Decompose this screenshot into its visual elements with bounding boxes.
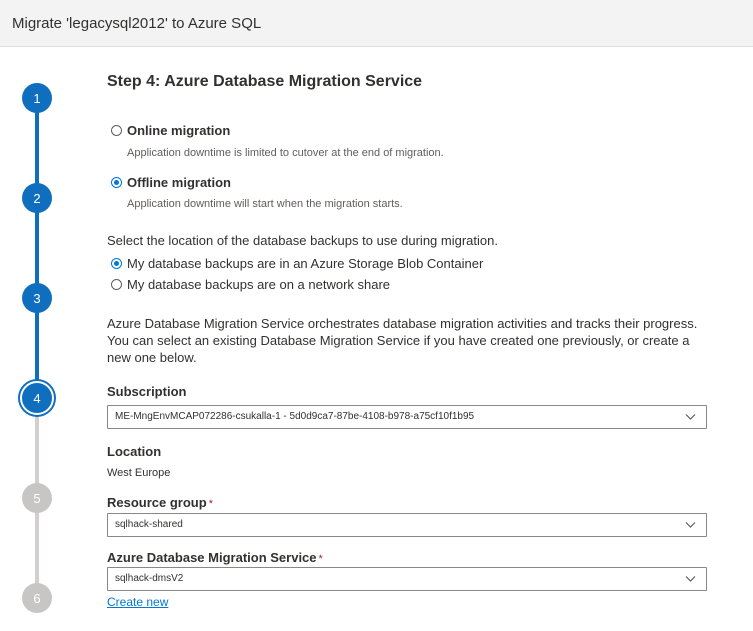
resource-group-label-text: Resource group: [107, 495, 207, 510]
window-title: Migrate 'legacysql2012' to Azure SQL: [12, 15, 262, 32]
offline-migration-radio[interactable]: [111, 177, 122, 188]
subscription-dropdown[interactable]: ME-MngEnvMCAP072286-csukalla-1 - 5d0d9ca…: [107, 405, 707, 429]
subscription-label: Subscription: [107, 384, 187, 399]
chevron-down-icon: [685, 414, 696, 420]
dms-label-text: Azure Database Migration Service: [107, 550, 317, 565]
resource-group-label: Resource group *: [107, 495, 213, 510]
subscription-value: ME-MngEnvMCAP072286-csukalla-1 - 5d0d9ca…: [115, 411, 475, 422]
online-migration-radio[interactable]: [111, 125, 122, 136]
backup-network-option[interactable]: My database backups are on a network sha…: [111, 277, 390, 292]
dms-info-line-1: Azure Database Migration Service orchest…: [107, 316, 698, 331]
location-label: Location: [107, 444, 162, 459]
dms-dropdown[interactable]: sqlhack-dmsV2: [107, 567, 707, 591]
backup-location-prompt: Select the location of the database back…: [107, 233, 498, 248]
title-bar: Migrate 'legacysql2012' to Azure SQL: [0, 0, 753, 47]
offline-migration-label[interactable]: Offline migration: [127, 175, 231, 190]
step-1[interactable]: 1: [22, 83, 52, 113]
step-3[interactable]: 3: [22, 283, 52, 313]
backup-blob-radio[interactable]: [111, 258, 122, 269]
dms-info-line-3: new one below.: [107, 350, 197, 365]
online-migration-description: Application downtime is limited to cutov…: [127, 147, 444, 159]
offline-migration-option[interactable]: Offline migration: [111, 175, 231, 190]
resource-group-value: sqlhack-shared: [115, 519, 183, 530]
step-6: 6: [22, 583, 52, 613]
location-value: West Europe: [107, 467, 171, 479]
stepper-track-completed: [35, 97, 39, 397]
chevron-down-icon: [685, 522, 696, 528]
step-2[interactable]: 2: [22, 183, 52, 213]
page-title: Step 4: Azure Database Migration Service: [107, 73, 423, 90]
required-marker: *: [208, 498, 213, 510]
chevron-down-icon: [685, 576, 696, 582]
backup-blob-option[interactable]: My database backups are in an Azure Stor…: [111, 256, 483, 271]
offline-migration-description: Application downtime will start when the…: [127, 198, 403, 210]
dms-info-paragraph: Azure Database Migration Service orchest…: [107, 315, 697, 366]
online-migration-option[interactable]: Online migration: [111, 123, 230, 138]
backup-network-radio[interactable]: [111, 279, 122, 290]
backup-network-label[interactable]: My database backups are on a network sha…: [127, 277, 390, 292]
step-4-current[interactable]: 4: [20, 381, 54, 415]
online-migration-label[interactable]: Online migration: [127, 123, 230, 138]
dms-label: Azure Database Migration Service *: [107, 550, 323, 565]
resource-group-dropdown[interactable]: sqlhack-shared: [107, 513, 707, 537]
step-5: 5: [22, 483, 52, 513]
dms-info-line-2: You can select an existing Database Migr…: [107, 333, 690, 348]
create-new-dms-link[interactable]: Create new: [107, 595, 168, 609]
required-marker: *: [318, 553, 323, 565]
backup-blob-label[interactable]: My database backups are in an Azure Stor…: [127, 256, 483, 271]
dms-value: sqlhack-dmsV2: [115, 573, 184, 584]
